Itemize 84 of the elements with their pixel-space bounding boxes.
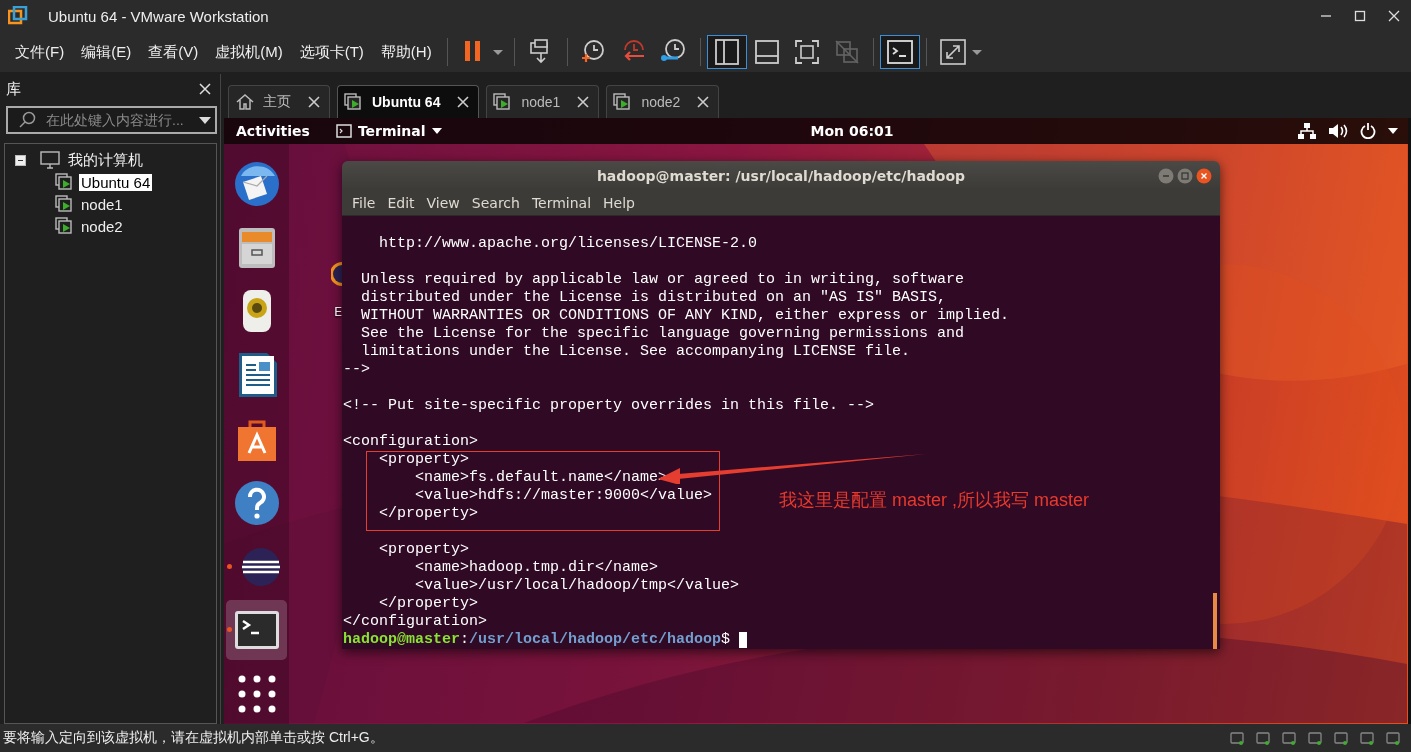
code-line: <name>fs.default.name</name>: [414, 469, 668, 487]
tree-item[interactable]: node1: [79, 195, 125, 213]
prompt-path: /usr/local/hadoop/etc/hadoop: [469, 631, 722, 649]
code-line: <!-- Put site-specific property overrides in this file. -->: [343, 397, 875, 415]
close-icon[interactable]: [1387, 9, 1401, 23]
app-logo-icon: [8, 6, 28, 26]
desktop-icon: [331, 259, 342, 289]
window-title: hadoop@master: /usr/local/hadoop/etc/hadoop: [596, 167, 966, 184]
console-button[interactable]: [879, 35, 920, 69]
tree-item[interactable]: 我的计算机: [66, 150, 145, 170]
close-icon[interactable]: [576, 95, 591, 109]
code-line: distributed under the License is distributed on an "AS IS" BASIS,: [360, 289, 947, 307]
code-line: <name>hadoop.tmp.dir</name>: [414, 559, 659, 577]
menu-item[interactable]: Help: [597, 194, 641, 211]
scrollbar[interactable]: [1213, 593, 1217, 649]
home-icon: [235, 92, 255, 112]
code-line: Unless required by applicable law or agreed to in writing, software: [360, 271, 965, 289]
caret-icon: [431, 127, 442, 135]
menu-item[interactable]: 文件(F): [7, 38, 73, 66]
vm-icon: [55, 194, 75, 214]
menu-item[interactable]: Search: [465, 194, 526, 211]
search-icon: [18, 111, 36, 129]
code-line: <property>: [378, 451, 470, 469]
vm-icon: [55, 216, 75, 236]
annotation-text: 我这里是配置 master ,所以我写 master: [779, 489, 1090, 512]
terminal-icon: [335, 124, 352, 138]
code-line: <value>/usr/local/hadoop/tmp</value>: [414, 577, 740, 595]
menu-item[interactable]: 虚拟机(M): [207, 38, 291, 66]
vm-icon: [55, 172, 75, 192]
sidebar-layout-button[interactable]: [706, 35, 747, 69]
text-cursor: [739, 632, 748, 648]
panel-title: 库: [6, 79, 21, 99]
menu-item[interactable]: View: [420, 194, 466, 211]
power-icon[interactable]: [1360, 123, 1376, 139]
tab[interactable]: node1: [486, 85, 600, 118]
code-line: </property>: [378, 505, 479, 523]
prompt-symbol: $: [721, 631, 731, 649]
menu-item[interactable]: Terminal: [525, 194, 598, 211]
code-line: </configuration>: [343, 613, 488, 631]
close-icon[interactable]: [696, 95, 711, 109]
code-line: <property>: [378, 541, 470, 559]
tab[interactable]: node2: [606, 85, 720, 118]
tab[interactable]: 主页: [228, 85, 330, 118]
menu-item[interactable]: 帮助(H): [372, 38, 440, 66]
window-title: Ubuntu 64 - VMware Workstation: [48, 7, 269, 25]
vm-icon: [344, 92, 364, 112]
desktop-icon-label[interactable]: E: [334, 304, 343, 319]
prompt-separator: :: [460, 631, 470, 649]
menu-item[interactable]: Edit: [381, 194, 421, 211]
menu-item[interactable]: 编辑(E): [73, 38, 140, 66]
search-field[interactable]: 在此处键入内容进行...: [6, 106, 217, 134]
menu-item[interactable]: 查看(V): [140, 38, 207, 66]
prompt-user: hadoop@master: [343, 631, 461, 649]
activities-button[interactable]: Activities: [236, 123, 310, 139]
tree-item[interactable]: node2: [79, 217, 125, 235]
dropdown-arrow-icon: [199, 115, 211, 125]
menu-item[interactable]: File: [346, 194, 382, 211]
computer-icon: [40, 151, 60, 169]
code-line: See the License for the specific language governing permissions and: [360, 325, 965, 343]
caret-icon[interactable]: [1388, 127, 1398, 135]
status-text: 要将输入定向到该虚拟机，请在虚拟机内部单击或按 Ctrl+G。: [3, 729, 385, 747]
code-line: -->: [343, 361, 370, 379]
code-line: <value>hdfs://master:9000</value>: [414, 487, 713, 505]
close-icon[interactable]: [307, 95, 321, 109]
expander-icon[interactable]: [15, 154, 26, 166]
app-menu[interactable]: Terminal: [335, 123, 442, 139]
code-line: http://www.apache.org/licenses/LICENSE-2.0: [378, 235, 758, 253]
mail-icon: [232, 159, 281, 208]
volume-icon[interactable]: [1328, 123, 1348, 139]
minimize-icon[interactable]: [1158, 168, 1174, 184]
clock[interactable]: Mon 06:01: [740, 123, 894, 139]
tree-item[interactable]: Ubuntu 64: [79, 173, 153, 191]
close-icon[interactable]: [199, 83, 211, 95]
code-line: </property>: [378, 595, 479, 613]
code-line: limitations under the License. See accompanying LICENSE file.: [360, 343, 911, 361]
close-icon[interactable]: [456, 95, 471, 109]
help-icon: [232, 478, 281, 527]
code-line: WITHOUT WARRANTIES OR CONDITIONS OF ANY KIND, either express or implied.: [360, 307, 1010, 325]
menu-item[interactable]: 选项卡(T): [291, 38, 372, 66]
maximize-icon[interactable]: [1353, 9, 1367, 23]
dock-item[interactable]: [226, 600, 287, 661]
code-line: <configuration>: [343, 433, 479, 451]
tab[interactable]: Ubuntu 64: [337, 85, 480, 118]
close-icon[interactable]: [1196, 168, 1212, 184]
